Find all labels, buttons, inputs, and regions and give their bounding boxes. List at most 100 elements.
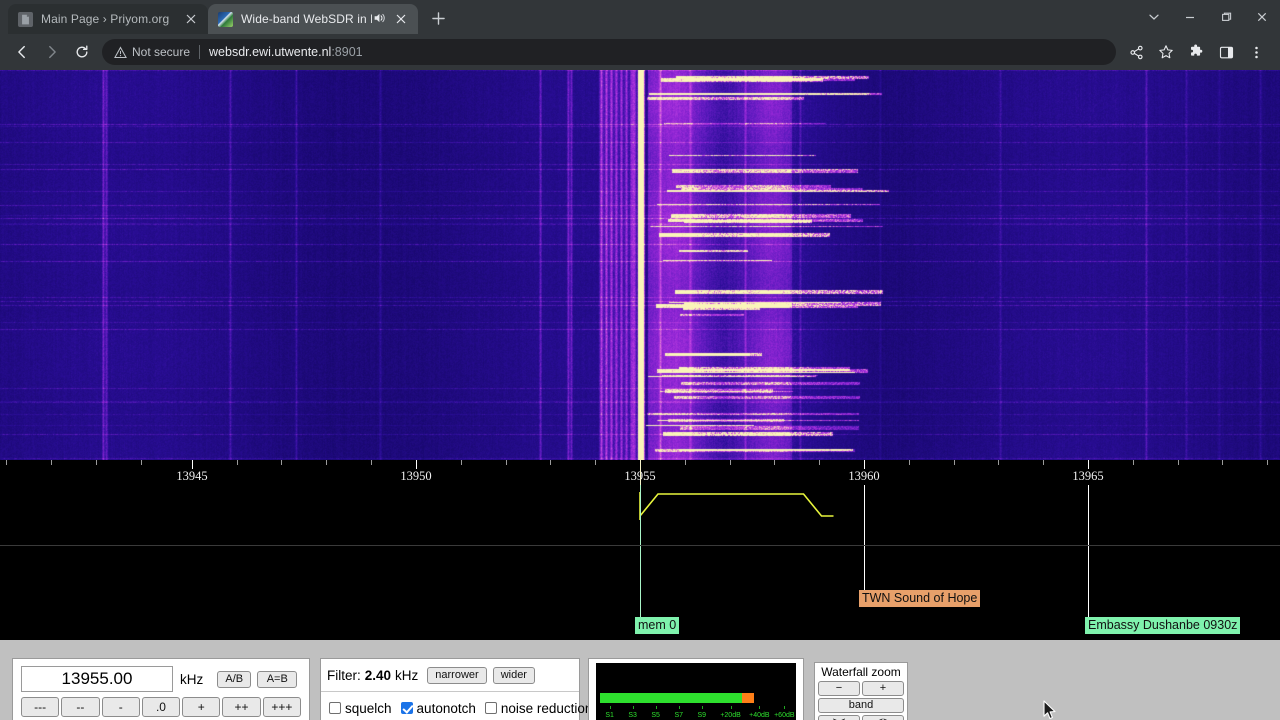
tab-title: Main Page › Priyom.org (41, 12, 170, 26)
mouse-cursor-icon (1043, 700, 1056, 720)
scale-tick-minor (1178, 460, 1179, 465)
not-secure-indicator[interactable]: Not secure (114, 45, 190, 59)
scale-tick-minor (1043, 460, 1044, 465)
freq-step-button-4[interactable]: + (182, 697, 221, 717)
scale-tick-minor (237, 460, 238, 465)
scale-tick-minor (6, 460, 7, 465)
zoom-shrink-button[interactable]: >< (818, 715, 860, 720)
scale-tick-major (192, 460, 193, 469)
kebab-menu-icon[interactable] (1242, 38, 1270, 66)
freq-step-button-6[interactable]: +++ (262, 697, 301, 717)
maximize-icon[interactable] (1208, 0, 1244, 34)
station-label[interactable]: Embassy Dushanbe 0930z (1085, 617, 1241, 634)
signal-meter-graph: S1 S3 S5 S7 S9 +20dB +40dB +60dB (596, 663, 796, 720)
frequency-unit-label: kHz (180, 671, 204, 687)
filter-option-autonotch[interactable]: autonotch (400, 701, 476, 716)
scale-tick-minor (998, 460, 999, 465)
zoom-out-button[interactable]: − (818, 681, 860, 696)
tab-title: Wide-band WebSDR in Ensc (241, 12, 372, 26)
forward-arrow-icon[interactable] (38, 38, 66, 66)
browser-toolbar: Not secure websdr.ewi.utwente.nl:8901 (0, 34, 1280, 70)
address-bar[interactable]: Not secure websdr.ewi.utwente.nl:8901 (102, 39, 1116, 65)
narrower-button[interactable]: narrower (427, 666, 487, 684)
browser-tab-priyom[interactable]: Main Page › Priyom.org (8, 4, 208, 34)
scale-tick-label: 13960 (848, 469, 880, 483)
ab-button[interactable]: A/B (217, 670, 252, 688)
tab-audio-playing-icon[interactable] (372, 11, 388, 27)
zoom-in-button[interactable]: + (862, 681, 904, 696)
omnibox-divider (199, 45, 201, 59)
tab-close-icon[interactable] (182, 10, 200, 28)
browser-tab-websdr[interactable]: Wide-band WebSDR in Ensc (208, 4, 418, 34)
scale-tick-minor (96, 460, 97, 465)
filter-width-unit: kHz (395, 667, 419, 683)
filter-prefix-label: Filter: (327, 667, 361, 683)
station-marker-line-upper (640, 485, 641, 545)
side-panel-icon[interactable] (1212, 38, 1240, 66)
chevron-down-icon[interactable] (1136, 0, 1172, 34)
freq-step-button-2[interactable]: - (101, 697, 140, 717)
waterfall-zoom-title: Waterfall zoom (821, 665, 901, 679)
frequency-input[interactable]: 13955.00 (21, 666, 173, 692)
a-equals-b-button[interactable]: A=B (257, 670, 298, 688)
filter-option-squelch[interactable]: squelch (329, 701, 392, 716)
smeter-scale-label: +60dB (774, 712, 795, 719)
scale-tick-major (416, 460, 417, 469)
filter-width-value: 2.40 (364, 667, 392, 683)
station-label[interactable]: TWN Sound of Hope (859, 590, 981, 607)
puzzle-icon[interactable] (1182, 38, 1210, 66)
freq-step-button-0[interactable]: --- (21, 697, 60, 717)
scale-tick-minor (595, 460, 596, 465)
station-label[interactable]: mem 0 (635, 617, 680, 634)
tab-strip: Main Page › Priyom.org Wide-band WebSDR … (0, 0, 1280, 34)
scale-tick-minor (550, 460, 551, 465)
filter-option-label: noise reduction (500, 700, 593, 716)
checkbox-noise-reduction[interactable] (484, 702, 497, 714)
window-controls (1136, 0, 1280, 34)
signal-peak-marker (742, 693, 755, 703)
back-arrow-icon[interactable] (8, 38, 36, 66)
new-tab-button[interactable] (424, 4, 452, 32)
checkbox-autonotch[interactable] (400, 702, 413, 714)
scale-tick-major (1088, 460, 1089, 469)
passband-outline (639, 493, 834, 517)
station-marker-line (1088, 546, 1089, 617)
waterfall-canvas[interactable] (0, 70, 1280, 460)
smeter-scale-label: S9 (697, 712, 707, 719)
url-host: websdr.ewi.utwente.nl (209, 45, 332, 59)
smeter-scale-tick (730, 706, 732, 709)
scale-tick-label: 13965 (1072, 469, 1104, 483)
signal-level-bar (600, 693, 743, 703)
smeter-scale-label: S7 (674, 712, 683, 719)
control-panel: 13955.00 kHz A/B A=B ------.0++++++ CWLS… (0, 640, 1280, 720)
freq-step-button-1[interactable]: -- (61, 697, 100, 717)
waterfall-display[interactable] (0, 70, 1280, 460)
minimize-icon[interactable] (1172, 0, 1208, 34)
smeter-scale-label: +20dB (720, 712, 741, 719)
smeter-scale-tick (655, 706, 657, 709)
websdr-favicon-icon (218, 11, 233, 27)
zoom-row-1: − + (818, 681, 904, 696)
zoom-band-button[interactable]: band (818, 698, 904, 713)
filter-option-noise-reduction[interactable]: noise reduction (484, 700, 593, 716)
scale-tick-major (864, 460, 865, 469)
page-favicon-icon (18, 11, 33, 27)
tab-close-icon[interactable] (392, 10, 410, 28)
freq-step-button-3[interactable]: .0 (141, 697, 181, 717)
scale-tick-minor (1133, 460, 1134, 465)
checkbox-squelch[interactable] (329, 702, 341, 714)
scale-tick-minor (506, 460, 507, 465)
wider-button[interactable]: wider (492, 666, 535, 684)
scale-tick-minor (141, 460, 142, 465)
smeter-scale-tick (701, 706, 703, 709)
reload-icon[interactable] (68, 38, 96, 66)
close-icon[interactable] (1244, 0, 1280, 34)
scale-tick-minor (326, 460, 327, 465)
zoom-expand-button[interactable]: <> (862, 715, 904, 720)
share-icon[interactable] (1122, 38, 1150, 66)
freq-step-button-5[interactable]: ++ (222, 697, 261, 717)
star-icon[interactable] (1152, 38, 1180, 66)
passband-display (0, 485, 1280, 545)
scale-tick-minor (1267, 460, 1268, 465)
filter-width-row: Filter: 2.40 kHz narrower wider (321, 659, 579, 691)
